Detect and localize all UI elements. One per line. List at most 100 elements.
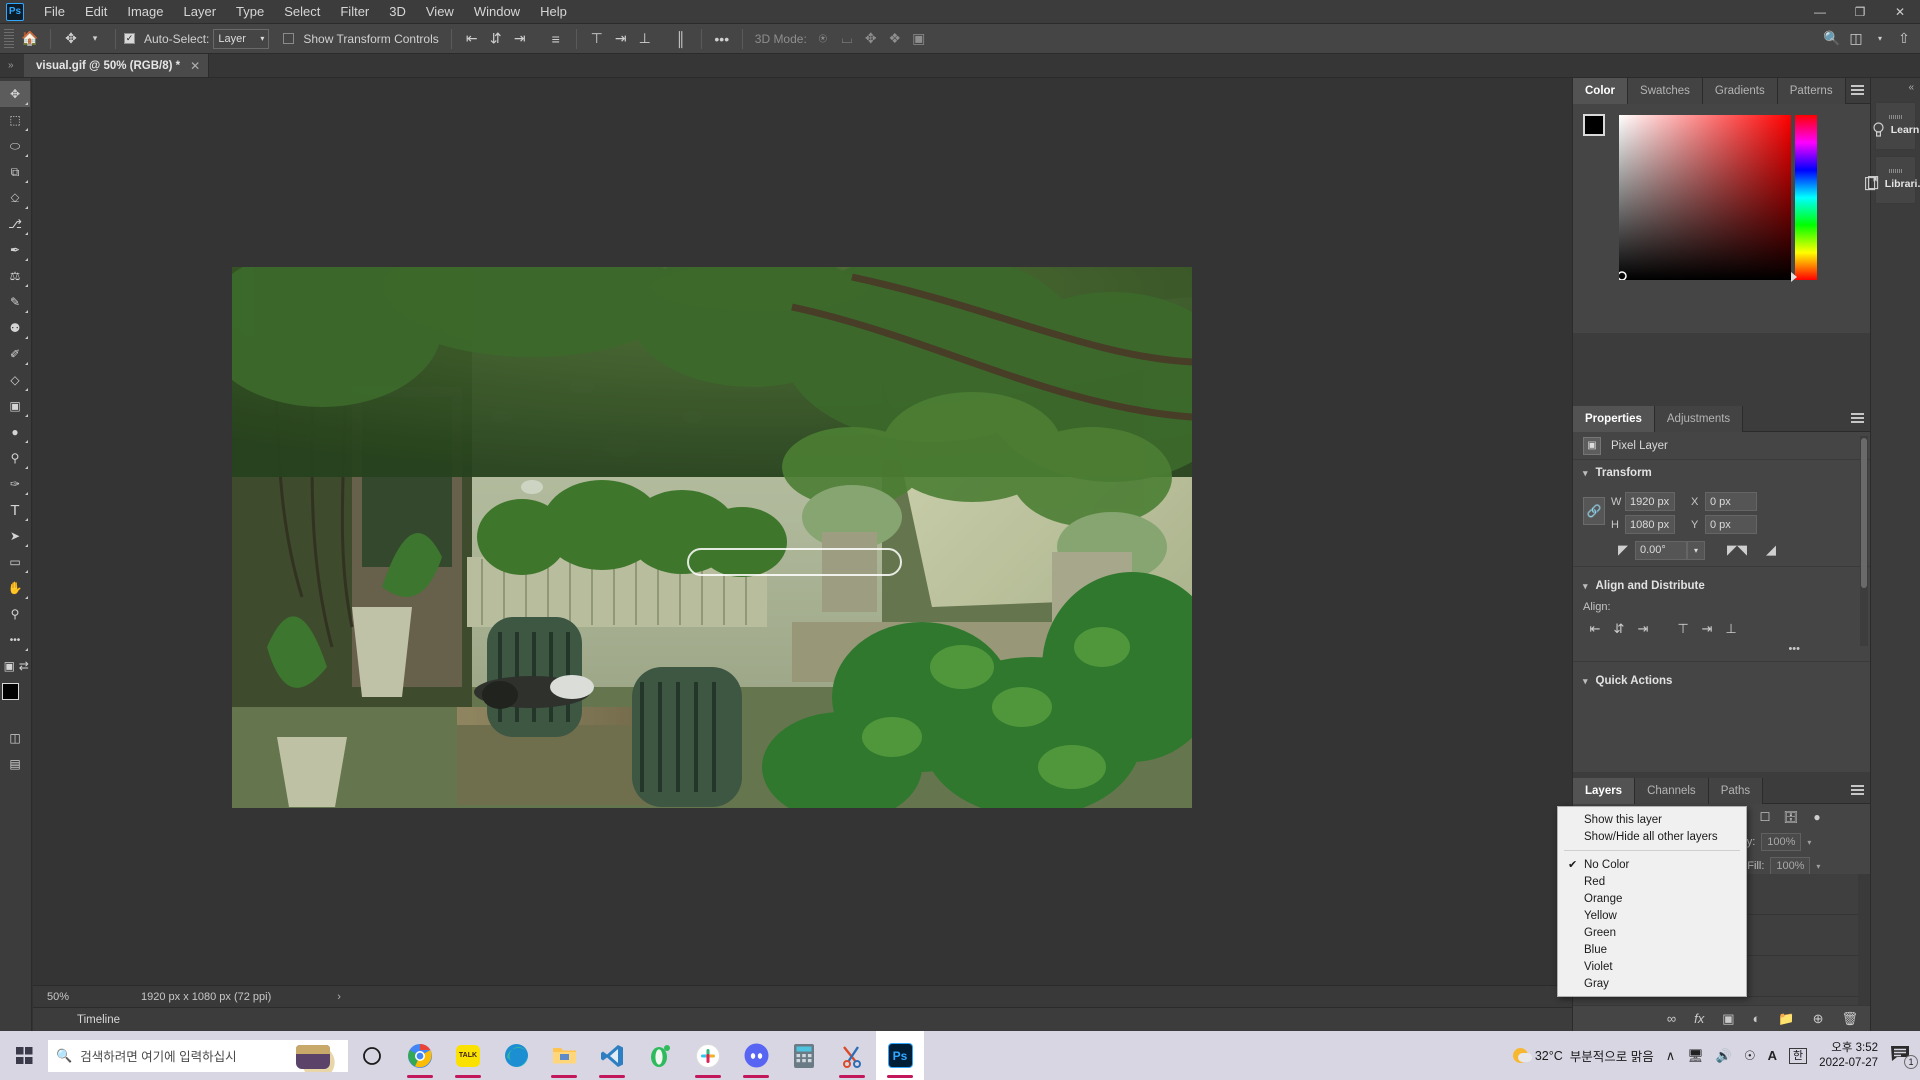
tab-color[interactable]: Color <box>1573 78 1629 104</box>
delete-layer-icon[interactable]: 🗑 <box>1841 1011 1858 1027</box>
table-row[interactable] <box>1573 997 1870 1005</box>
foreground-color-swatch[interactable] <box>1583 114 1605 136</box>
zoom-tool[interactable]: ⚲ <box>0 601 30 627</box>
flip-vertical-icon[interactable]: ◢ <box>1759 540 1783 560</box>
context-menu-item-gray[interactable]: Gray <box>1558 975 1746 992</box>
angle-field[interactable]: 0.00° <box>1635 540 1687 560</box>
tab-paths[interactable]: Paths <box>1708 778 1764 804</box>
rail-item-learn[interactable]: Learn <box>1873 102 1919 150</box>
color-swatches[interactable] <box>1583 114 1617 146</box>
align-more-button[interactable]: ••• <box>1573 643 1870 655</box>
taskbar-app-calculator[interactable] <box>780 1031 828 1080</box>
align-vcenter-icon[interactable]: ⇥ <box>1695 619 1719 639</box>
align-left-edges-icon[interactable]: ⇤ <box>460 28 484 50</box>
maximize-button[interactable]: ❐ <box>1840 0 1880 24</box>
tab-layers[interactable]: Layers <box>1573 778 1636 804</box>
screen-mode-icon[interactable]: ▤ <box>0 751 30 777</box>
menu-edit[interactable]: Edit <box>75 1 117 22</box>
panel-menu-icon[interactable] <box>1851 785 1864 796</box>
context-menu-item-red[interactable]: Red <box>1558 873 1746 890</box>
taskbar-app-google-chrome[interactable] <box>396 1031 444 1080</box>
taskbar-app-opera-gx[interactable] <box>636 1031 684 1080</box>
height-field[interactable]: 1080 px <box>1625 515 1675 534</box>
tab-patterns[interactable]: Patterns <box>1777 78 1846 104</box>
quick-actions-section-header[interactable]: ▾ Quick Actions <box>1573 668 1870 694</box>
pen-tool[interactable]: ✑ <box>0 471 30 497</box>
chevron-down-icon[interactable]: ▾ <box>1868 28 1892 50</box>
quick-mask-icon[interactable]: ◫ <box>0 725 30 751</box>
new-group-icon[interactable]: 📁 <box>1778 1011 1794 1027</box>
onedrive-icon[interactable]: ☉ <box>1744 1048 1756 1064</box>
default-colors-icon[interactable]: ▣ <box>2 653 17 679</box>
close-button[interactable]: ✕ <box>1880 0 1920 24</box>
link-dimensions-icon[interactable]: 🔗 <box>1583 497 1605 525</box>
align-hcenter-icon[interactable]: ⇵ <box>1607 619 1631 639</box>
document-artboard[interactable] <box>232 267 1192 808</box>
layer-mask-icon[interactable]: ▣ <box>1722 1011 1734 1027</box>
pan-3d-icon[interactable]: ✥ <box>859 28 883 50</box>
minimize-button[interactable]: — <box>1800 0 1840 24</box>
frame-tool[interactable]: ⎇ <box>0 211 30 237</box>
crop-tool[interactable]: ⎐ <box>0 185 30 211</box>
options-bar-grip[interactable] <box>4 28 14 49</box>
menu-window[interactable]: Window <box>464 1 530 22</box>
new-adjustment-layer-icon[interactable]: ◐ <box>1753 1011 1761 1026</box>
spot-healing-brush-tool[interactable]: ⚖ <box>0 263 30 289</box>
link-layers-icon[interactable]: ∞ <box>1667 1011 1676 1026</box>
blur-tool[interactable]: ● <box>0 419 30 445</box>
document-tab[interactable]: visual.gif @ 50% (RGB/8) * ✕ <box>24 54 210 77</box>
menu-view[interactable]: View <box>416 1 464 22</box>
tab-gradients[interactable]: Gradients <box>1702 78 1778 104</box>
context-menu-item-no-color[interactable]: ✔ No Color <box>1558 856 1746 873</box>
panel-menu-icon[interactable] <box>1851 85 1864 96</box>
width-field[interactable]: 1920 px <box>1625 492 1675 511</box>
auto-select-checkbox[interactable]: ✓ Auto-Select: <box>124 32 213 46</box>
taskbar-app-file-explorer[interactable] <box>540 1031 588 1080</box>
smart-object-filter-icon[interactable]: 🗄 <box>1781 807 1801 827</box>
tab-properties[interactable]: Properties <box>1573 406 1655 432</box>
swap-colors-icon[interactable]: ⇄ <box>17 653 32 679</box>
rail-collapse-icon[interactable]: « <box>1908 82 1914 93</box>
opacity-chevron-down-icon[interactable]: ▾ <box>1807 838 1811 847</box>
align-section-header[interactable]: ▾ Align and Distribute <box>1573 573 1870 599</box>
move-tool[interactable]: ✥ <box>0 81 30 107</box>
fill-field[interactable]: 100% <box>1770 857 1811 875</box>
align-top-edges-icon[interactable]: ⊤ <box>585 28 609 50</box>
context-menu-item-yellow[interactable]: Yellow <box>1558 907 1746 924</box>
tool-preset-chevron-down-icon[interactable]: ▾ <box>83 28 107 50</box>
new-layer-icon[interactable]: ⊕ <box>1813 1011 1824 1027</box>
canvas-area[interactable] <box>33 78 1572 985</box>
shape-filter-icon[interactable]: ☐ <box>1755 807 1775 827</box>
close-icon[interactable]: ✕ <box>190 59 200 73</box>
object-selection-tool[interactable]: ⧉ <box>0 159 30 185</box>
flip-horizontal-icon[interactable]: ◤◥ <box>1725 540 1749 560</box>
context-menu-item-violet[interactable]: Violet <box>1558 958 1746 975</box>
taskbar-app-visual-studio-code[interactable] <box>588 1031 636 1080</box>
menu-select[interactable]: Select <box>274 1 330 22</box>
network-icon[interactable]: 🖥 <box>1687 1048 1704 1064</box>
foreground-background-colors[interactable] <box>2 683 32 713</box>
notification-center-button[interactable]: 1 <box>1890 1045 1918 1069</box>
taskbar-app-cortana[interactable] <box>348 1031 396 1080</box>
menu-layer[interactable]: Layer <box>174 1 227 22</box>
brush-tool[interactable]: ✎ <box>0 289 30 315</box>
menu-filter[interactable]: Filter <box>330 1 379 22</box>
menu-type[interactable]: Type <box>226 1 274 22</box>
filter-toggle-icon[interactable]: ● <box>1807 807 1827 827</box>
menu-3d[interactable]: 3D <box>379 1 416 22</box>
foreground-color-swatch[interactable] <box>2 683 19 700</box>
align-horizontal-centers-icon[interactable]: ⇵ <box>484 28 508 50</box>
edit-toolbar-button[interactable]: ••• <box>0 627 30 653</box>
clone-stamp-tool[interactable]: ⚉ <box>0 315 30 341</box>
menu-image[interactable]: Image <box>117 1 173 22</box>
show-transform-controls-checkbox[interactable]: ✓ Show Transform Controls <box>283 32 442 46</box>
status-expand-icon[interactable]: › <box>337 991 341 1003</box>
slide-3d-icon[interactable]: ❖ <box>883 28 907 50</box>
eraser-tool[interactable]: ◇ <box>0 367 30 393</box>
tab-channels[interactable]: Channels <box>1635 778 1709 804</box>
scrollbar-thumb[interactable] <box>1861 438 1867 588</box>
volume-icon[interactable]: 🔊 <box>1716 1048 1732 1064</box>
auto-select-target-dropdown[interactable]: Layer ▾ <box>213 28 270 49</box>
lasso-tool[interactable]: ⬭ <box>0 133 30 159</box>
font-icon[interactable]: A <box>1768 1048 1777 1063</box>
